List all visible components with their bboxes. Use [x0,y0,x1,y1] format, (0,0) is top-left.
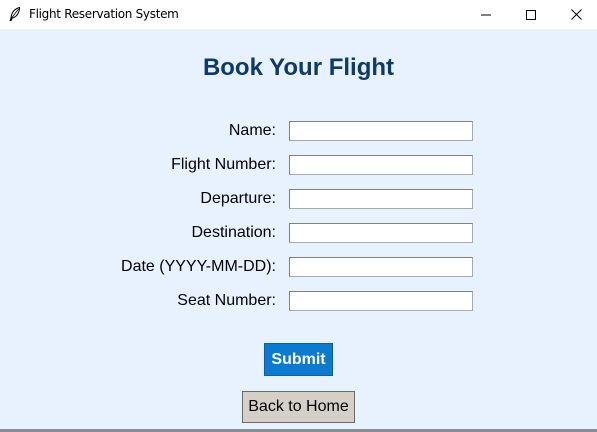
close-button[interactable] [553,0,597,29]
seat-number-field[interactable] [289,291,473,311]
destination-field[interactable] [289,223,473,243]
date-label: Date (YYYY-MM-DD): [121,258,276,275]
minimize-button[interactable] [463,0,509,29]
form-panel: Book Your Flight Name: Flight Number: De… [0,29,597,432]
back-to-home-button[interactable]: Back to Home [242,391,355,423]
seat-number-label: Seat Number: [177,292,276,309]
destination-label: Destination: [191,224,277,241]
window-title: Flight Reservation System [29,7,179,21]
maximize-button[interactable] [508,0,554,29]
feather-icon [9,6,21,22]
flight-number-label: Flight Number: [171,156,276,173]
minimize-icon [481,10,491,20]
flight-number-field[interactable] [289,155,473,175]
departure-label: Departure: [200,190,276,207]
maximize-icon [526,9,536,20]
name-field[interactable] [289,121,473,141]
date-field[interactable] [289,257,473,277]
page-title: Book Your Flight [202,54,395,81]
departure-field[interactable] [289,189,473,209]
submit-button[interactable]: Submit [264,343,333,376]
name-label: Name: [228,122,276,139]
close-icon [570,9,582,20]
title-bar[interactable]: Flight Reservation System [0,0,597,29]
